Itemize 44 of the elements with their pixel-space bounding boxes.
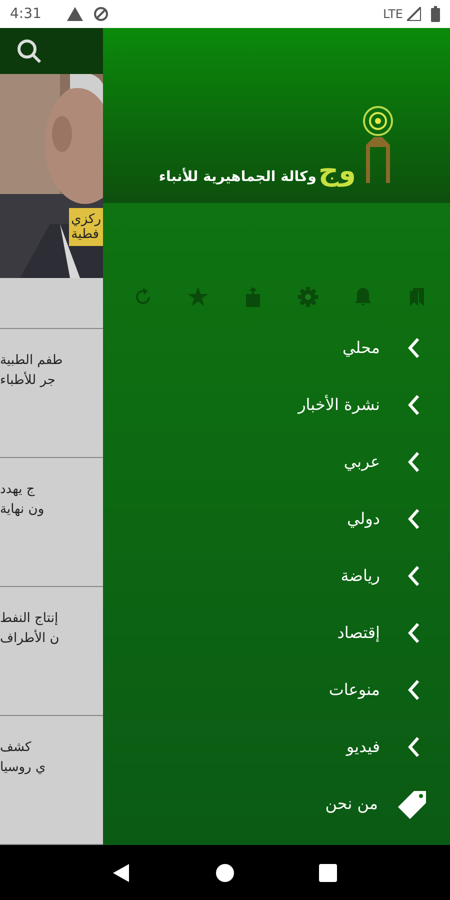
article-title[interactable]: ي روسيا xyxy=(0,758,47,778)
battery-icon xyxy=(431,6,440,22)
menu-item[interactable]: عربي xyxy=(103,433,450,490)
tag-icon xyxy=(398,788,428,818)
logo-text: وكالة الجماهيرية للأنباء xyxy=(158,169,316,185)
article-title[interactable]: طفم الطبية xyxy=(0,351,64,372)
chevron-left-icon xyxy=(408,622,420,644)
article-title[interactable]: ج يهدد xyxy=(0,480,36,500)
bell-icon[interactable] xyxy=(353,287,373,307)
share-icon[interactable] xyxy=(243,287,263,307)
menu-item[interactable]: نشرة الأخبار xyxy=(103,376,450,433)
chevron-left-icon xyxy=(408,394,420,416)
star-icon[interactable] xyxy=(188,287,208,307)
article-title[interactable]: كشف xyxy=(0,738,32,758)
logo-mark: وج xyxy=(318,157,356,185)
menu-item[interactable]: منوعات xyxy=(103,661,450,718)
article-title[interactable]: ون نهاية xyxy=(0,500,46,520)
photo-caption: ركزي فطية xyxy=(69,208,103,246)
search-icon[interactable] xyxy=(16,38,42,64)
menu-item[interactable]: محلي xyxy=(103,319,450,376)
settings-icon[interactable] xyxy=(298,287,318,307)
recents-icon[interactable] xyxy=(319,864,338,882)
network-type: LTE xyxy=(383,7,403,21)
menu-item[interactable]: فيديو xyxy=(103,718,450,775)
article-title[interactable]: إنتاج النفط xyxy=(0,609,60,629)
chevron-left-icon xyxy=(408,736,420,758)
article-title[interactable]: ن الأطراف xyxy=(0,629,60,649)
menu-item[interactable]: دولي xyxy=(103,490,450,547)
signal-icon xyxy=(407,7,421,21)
chevron-left-icon xyxy=(408,508,420,530)
menu-item[interactable]: إقتصاد xyxy=(103,604,450,661)
chevron-left-icon xyxy=(408,678,420,700)
home-icon[interactable] xyxy=(216,864,234,882)
back-icon[interactable] xyxy=(112,864,131,882)
chevron-left-icon xyxy=(408,336,420,358)
warning-icon xyxy=(67,7,84,21)
data-saver-icon xyxy=(93,6,110,22)
article-title[interactable]: جر للأطباء xyxy=(0,371,56,392)
clock: 4:31 xyxy=(10,6,42,22)
refresh-icon[interactable] xyxy=(133,287,153,307)
chevron-left-icon xyxy=(408,450,420,472)
menu-item[interactable]: رياضة xyxy=(103,547,450,604)
menu-item[interactable]: من نحن xyxy=(103,775,450,832)
chevron-left-icon xyxy=(408,564,420,586)
